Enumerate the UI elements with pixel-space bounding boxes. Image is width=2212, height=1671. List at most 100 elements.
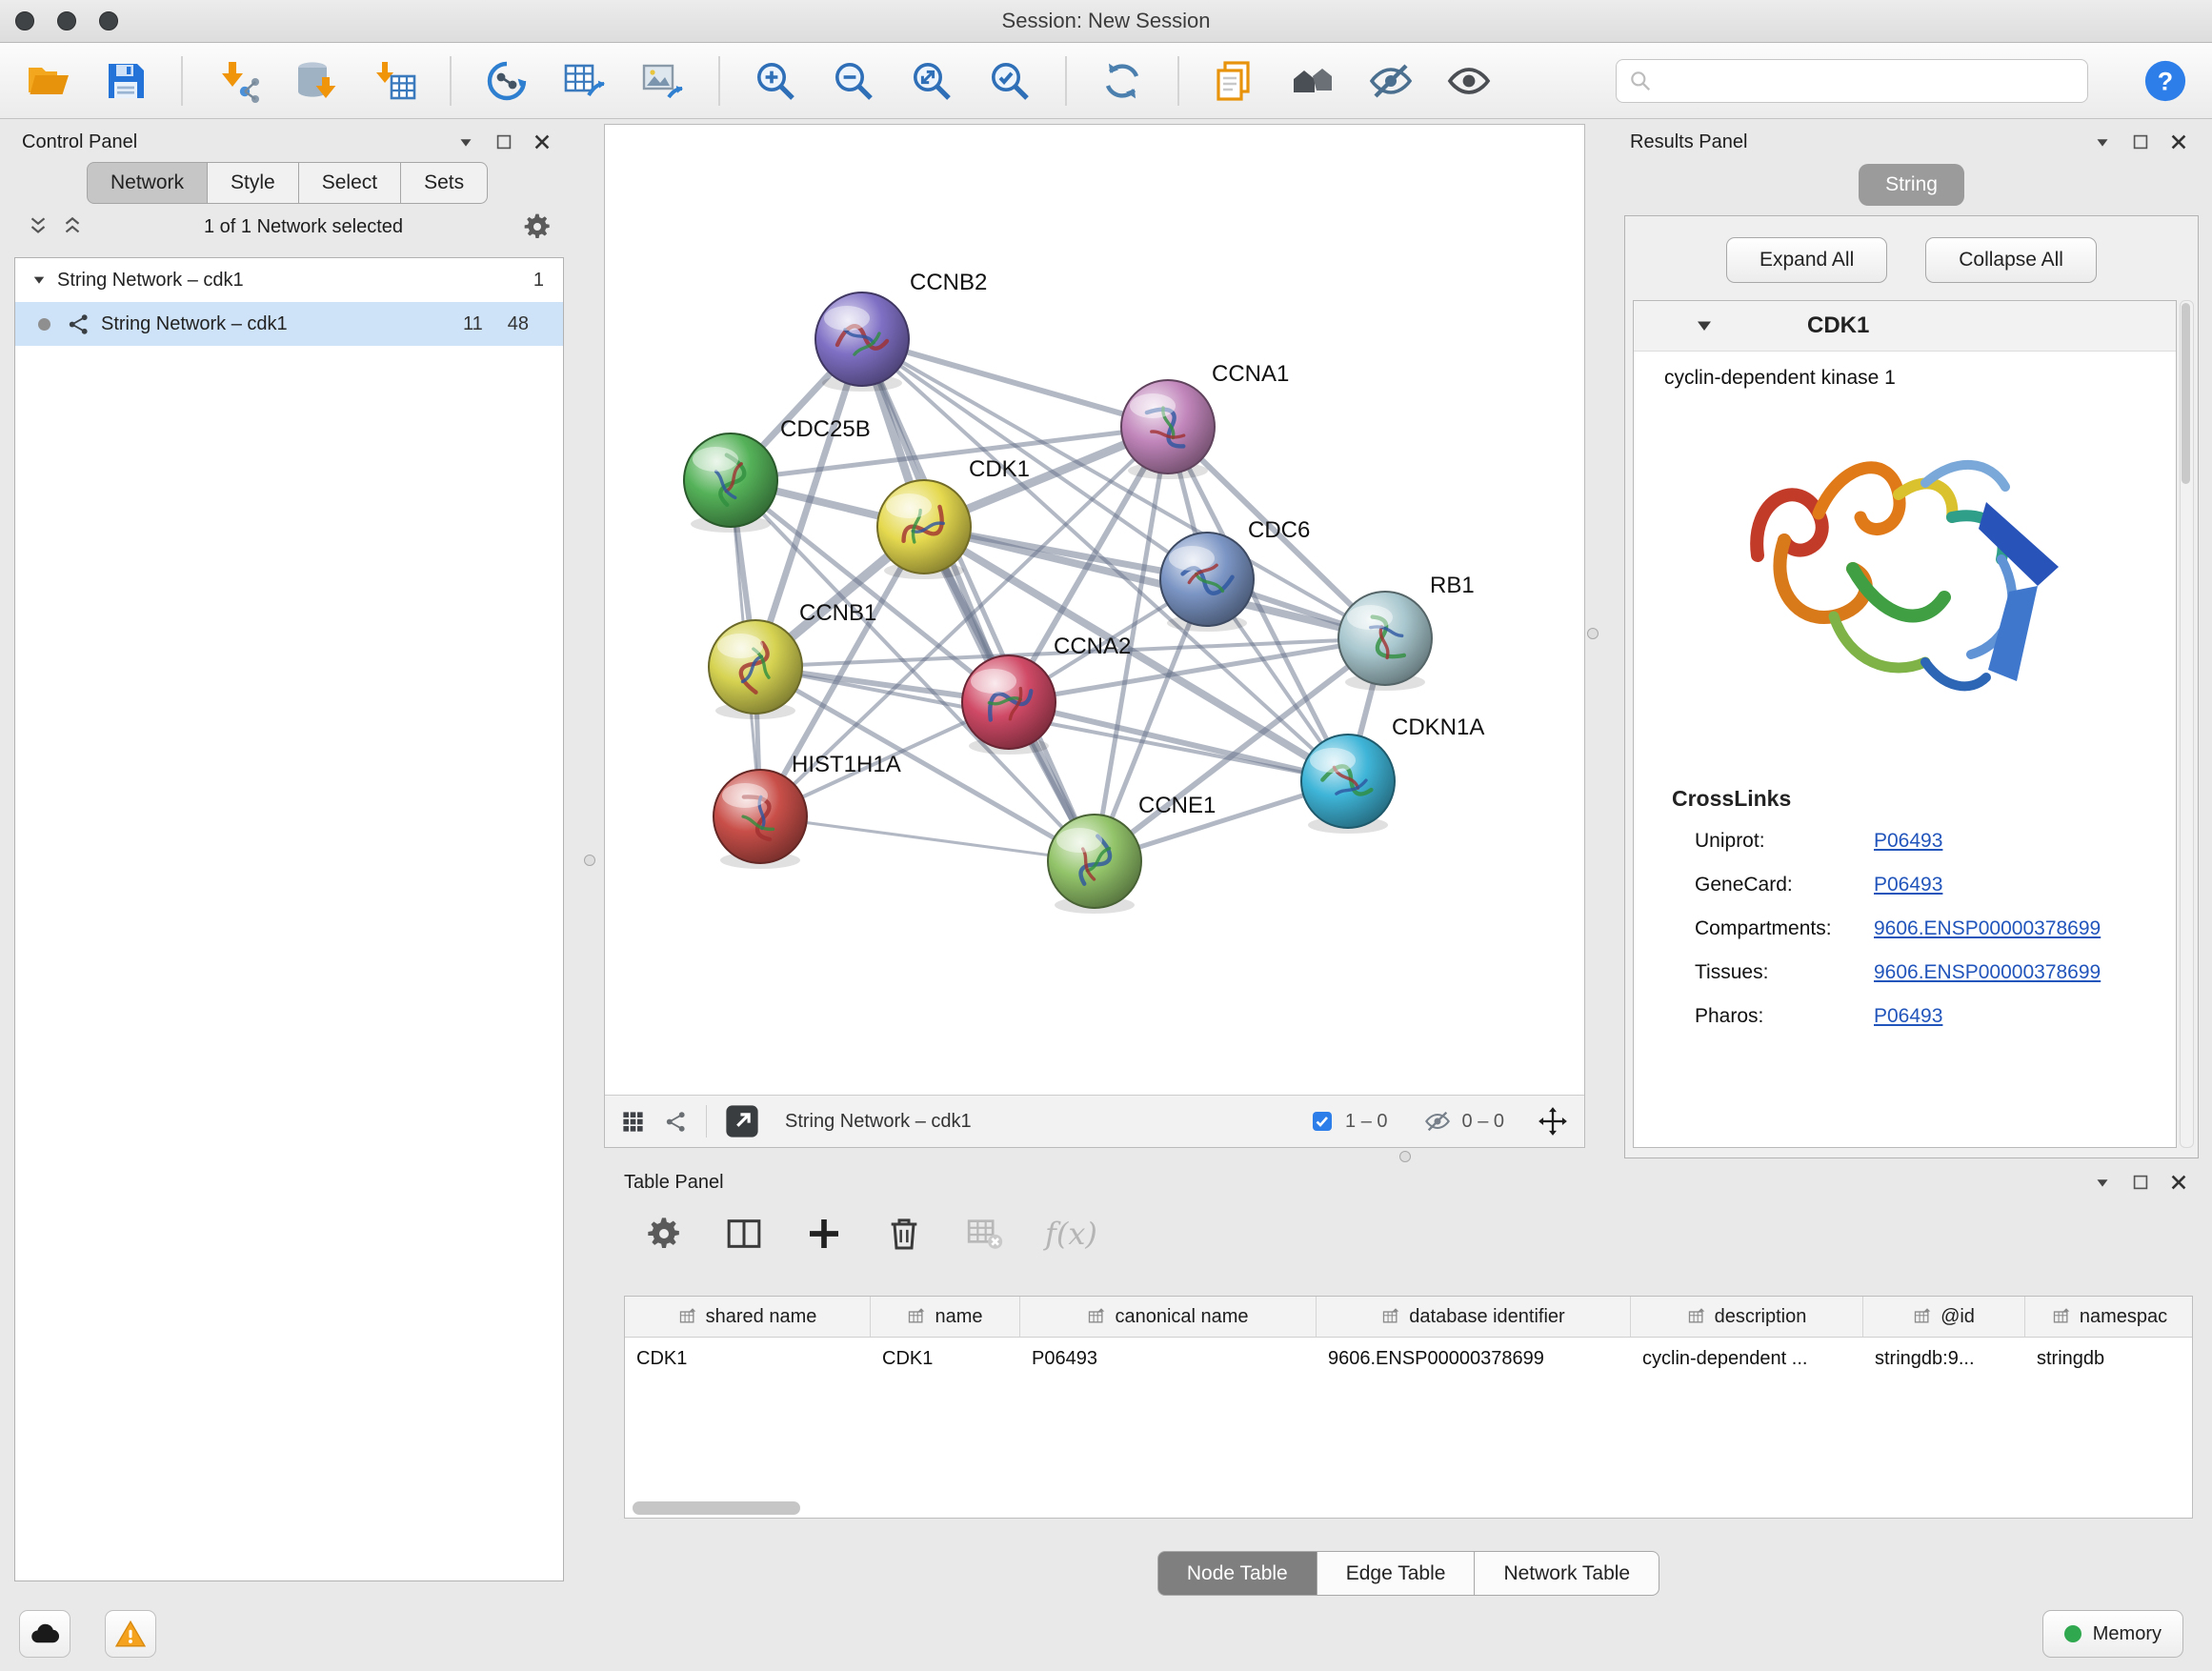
panel-float-icon[interactable] [2130, 1172, 2151, 1193]
network-row-selected[interactable]: String Network – cdk1 11 48 [15, 302, 563, 346]
apply-layout-button[interactable] [1099, 58, 1145, 104]
network-edge[interactable] [1009, 702, 1348, 781]
open-session-button[interactable] [25, 58, 70, 104]
panel-menu-icon[interactable] [2092, 131, 2113, 152]
delete-column-icon[interactable] [885, 1215, 923, 1253]
network-options-gear-icon[interactable] [522, 211, 553, 242]
tab-sets[interactable]: Sets [401, 162, 488, 204]
table-tabs: Node Table Edge Table Network Table [616, 1551, 2201, 1595]
network-view[interactable]: CCNB2CCNA1CDC25BCDK1CDC6RB1CCNB1CCNA2CDK… [604, 124, 1585, 1148]
network-canvas[interactable]: CCNB2CCNA1CDC25BCDK1CDC6RB1CCNB1CCNA2CDK… [605, 125, 1584, 1095]
tab-select[interactable]: Select [299, 162, 401, 204]
crosslink-compartments-link[interactable]: 9606.ENSP00000378699 [1874, 917, 2101, 940]
column-header-database-identifier[interactable]: database identifier [1317, 1297, 1631, 1337]
protein-header[interactable]: CDK1 [1634, 301, 2176, 352]
collapse-all-button[interactable]: Collapse All [1925, 237, 2097, 283]
cloud-button[interactable] [19, 1610, 70, 1658]
network-edge[interactable] [760, 816, 1095, 861]
splitter-handle-bottom[interactable] [1399, 1151, 1411, 1162]
warnings-button[interactable] [105, 1610, 156, 1658]
panel-menu-icon[interactable] [455, 131, 476, 152]
tab-string[interactable]: String [1859, 164, 1964, 206]
tab-network[interactable]: Network [87, 162, 208, 204]
copy-documents-button[interactable] [1212, 58, 1257, 104]
network-collection-row[interactable]: String Network – cdk1 1 [15, 258, 563, 302]
column-header-canonical-name[interactable]: canonical name [1020, 1297, 1317, 1337]
grid-view-icon[interactable] [620, 1109, 646, 1135]
crosslink-genecard-link[interactable]: P06493 [1874, 874, 1942, 896]
column-header-description[interactable]: description [1631, 1297, 1863, 1337]
network-node-RB1[interactable] [1338, 592, 1432, 685]
network-node-CDC6[interactable] [1160, 533, 1254, 626]
tab-node-table[interactable]: Node Table [1157, 1551, 1317, 1596]
pan-crosshair-icon[interactable] [1537, 1105, 1569, 1137]
panel-menu-icon[interactable] [2092, 1172, 2113, 1193]
panel-float-icon[interactable] [493, 131, 514, 152]
tab-style[interactable]: Style [208, 162, 299, 204]
import-table-button[interactable] [372, 58, 417, 104]
import-network-from-database-button[interactable] [293, 58, 339, 104]
collection-expander-icon[interactable] [30, 272, 48, 289]
panel-close-icon[interactable] [2168, 131, 2189, 152]
expand-all-button[interactable]: Expand All [1726, 237, 1887, 283]
protein-expander-icon[interactable] [1693, 314, 1716, 337]
table-horizontal-scrollbar[interactable] [633, 1501, 800, 1515]
add-column-icon[interactable] [805, 1215, 843, 1253]
network-node-CCNB2[interactable] [815, 292, 909, 386]
table-options-gear-icon[interactable] [645, 1215, 683, 1253]
show-elements-button[interactable] [1446, 58, 1492, 104]
save-session-button[interactable] [103, 58, 149, 104]
new-network-button[interactable] [484, 58, 530, 104]
column-header-namespace[interactable]: namespac [2025, 1297, 2193, 1337]
search-input[interactable] [1660, 69, 2076, 92]
splitter-handle-right[interactable] [1587, 628, 1599, 639]
export-table-button[interactable] [562, 58, 608, 104]
search-box[interactable] [1616, 59, 2088, 103]
table-row[interactable]: CDK1 CDK1 P06493 9606.ENSP00000378699 cy… [625, 1338, 2192, 1379]
tab-network-table[interactable]: Network Table [1475, 1551, 1659, 1596]
hide-elements-button[interactable] [1368, 58, 1414, 104]
tab-edge-table[interactable]: Edge Table [1317, 1551, 1476, 1596]
houses-button[interactable] [1290, 58, 1336, 104]
show-columns-icon[interactable] [725, 1215, 763, 1253]
import-network-button[interactable] [215, 58, 261, 104]
zoom-fit-button[interactable] [909, 58, 955, 104]
network-node-CCNA1[interactable] [1121, 380, 1215, 473]
column-header-name[interactable]: name [871, 1297, 1020, 1337]
network-node-CDK1[interactable] [877, 480, 971, 574]
column-header-id[interactable]: @id [1863, 1297, 2025, 1337]
network-node-CDKN1A[interactable] [1301, 735, 1395, 828]
results-scrollbar[interactable] [2180, 300, 2194, 1148]
network-icon [66, 312, 91, 337]
panel-close-icon[interactable] [2168, 1172, 2189, 1193]
crosslink-uniprot-link[interactable]: P06493 [1874, 830, 1942, 853]
zoom-in-button[interactable] [753, 58, 798, 104]
network-edge[interactable] [862, 339, 1095, 861]
open-in-new-window-icon[interactable] [724, 1103, 760, 1139]
toolbar-separator [450, 56, 452, 106]
zoom-selected-button[interactable] [987, 58, 1033, 104]
network-node-CCNA2[interactable] [962, 655, 1056, 749]
protein-description: cyclin-dependent kinase 1 [1634, 352, 2176, 390]
network-node-HIST1H1A[interactable] [714, 770, 807, 863]
control-panel: Control Panel Network Style Select Sets … [14, 124, 564, 1581]
expand-all-icon[interactable] [60, 214, 85, 239]
network-node-CCNB1[interactable] [709, 620, 802, 714]
splitter-handle-left[interactable] [584, 855, 595, 866]
network-node-CCNE1[interactable] [1048, 815, 1141, 908]
zoom-out-button[interactable] [831, 58, 876, 104]
help-button[interactable]: ? [2143, 59, 2187, 103]
column-header-shared-name[interactable]: shared name [625, 1297, 871, 1337]
network-node-CDC25B[interactable] [684, 433, 777, 527]
panel-close-icon[interactable] [532, 131, 553, 152]
panel-float-icon[interactable] [2130, 131, 2151, 152]
selected-checkbox-icon[interactable] [1311, 1110, 1334, 1133]
crosslink-pharos-link[interactable]: P06493 [1874, 1005, 1942, 1028]
results-panel-title: Results Panel [1630, 131, 1747, 153]
export-image-button[interactable] [640, 58, 686, 104]
network-type-icon[interactable] [663, 1109, 689, 1135]
memory-button[interactable]: Memory [2042, 1610, 2183, 1658]
collapse-all-icon[interactable] [26, 214, 50, 239]
crosslink-tissues-link[interactable]: 9606.ENSP00000378699 [1874, 961, 2101, 984]
control-panel-title: Control Panel [22, 131, 137, 153]
